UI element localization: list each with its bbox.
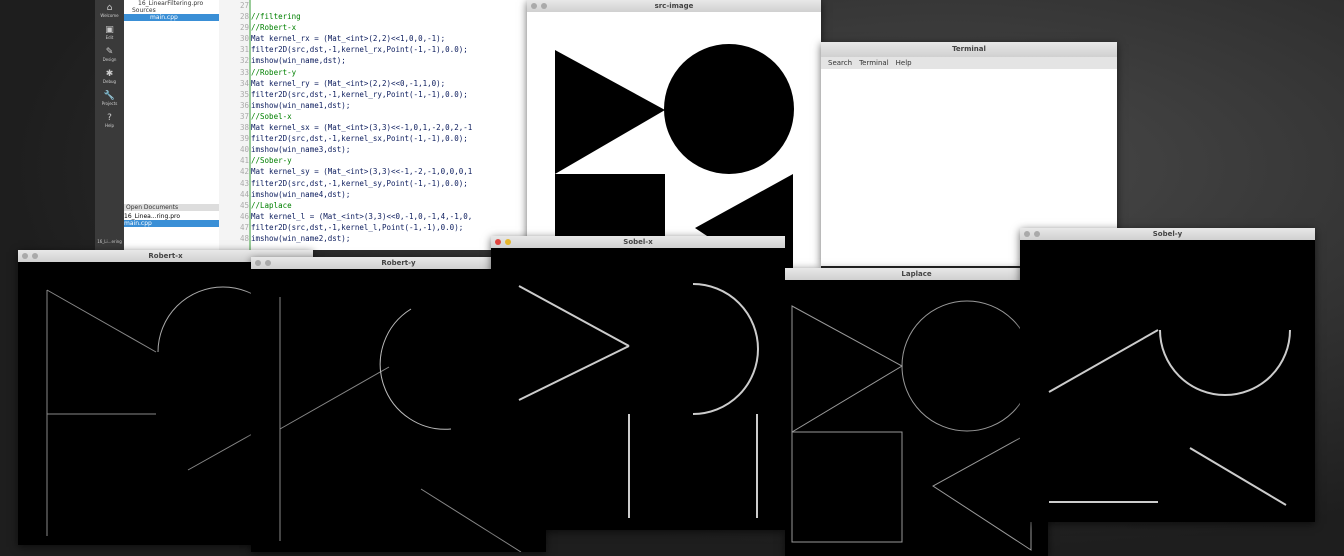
window-title: Terminal bbox=[952, 45, 986, 53]
line-number: 44 bbox=[239, 189, 249, 199]
open-doc-item[interactable]: main.cpp bbox=[124, 220, 219, 227]
code-line: imshow(win_name4,dst); bbox=[251, 189, 351, 199]
code-line: filter2D(src,dst,-1,kernel_sy,Point(-1,-… bbox=[251, 178, 468, 188]
open-docs-title: Open Documents bbox=[124, 204, 219, 211]
line-number: 45 bbox=[239, 200, 249, 210]
code-line: //Sobel-x bbox=[251, 111, 292, 121]
mode-icon: 🔧 bbox=[103, 91, 116, 101]
line-number: 27 bbox=[239, 1, 249, 10]
code-line: imshow(win_name3,dst); bbox=[251, 145, 351, 155]
tree-sources[interactable]: Sources bbox=[124, 7, 219, 14]
code-line: Mat kernel_ry = (Mat_<int>(2,2)<<0,-1,1,… bbox=[251, 78, 446, 88]
tree-pro[interactable]: 16_LinearFiltering.pro bbox=[124, 0, 219, 7]
laplace-canvas bbox=[791, 300, 1033, 551]
window-title: src-image bbox=[654, 2, 694, 10]
code-line: Mat kernel_rx = (Mat_<int>(2,2)<<1,0,0,-… bbox=[251, 34, 446, 44]
titlebar[interactable]: Sobel-y bbox=[1020, 228, 1315, 240]
line-number: 29 bbox=[239, 23, 249, 33]
line-number: 30 bbox=[239, 34, 249, 44]
triangle-shape bbox=[555, 50, 665, 174]
code-line: Mat kernel_sx = (Mat_<int>(3,3)<<-1,0,1,… bbox=[251, 123, 473, 133]
mode-label: Help bbox=[104, 123, 115, 128]
code-line: Mat kernel_sy = (Mat_<int>(3,3)<<-1,-2,-… bbox=[251, 167, 473, 177]
terminal-menu-help[interactable]: Help bbox=[896, 57, 912, 69]
code-line: filter2D(src,dst,-1,kernel_sx,Point(-1,-… bbox=[251, 134, 468, 144]
tree-main[interactable]: main.cpp bbox=[124, 14, 219, 21]
code-line: imshow(win_name,dst); bbox=[251, 56, 346, 66]
code-line: Mat kernel_l = (Mat_<int>(3,3)<<0,-1,0,-… bbox=[251, 211, 473, 221]
mode-icon: ? bbox=[107, 113, 112, 123]
line-number: 39 bbox=[239, 134, 249, 144]
code-line: imshow(win_name2,dst); bbox=[251, 233, 351, 243]
line-number: 36 bbox=[239, 100, 249, 110]
window-sobel-x[interactable]: Sobel-x bbox=[491, 236, 785, 530]
line-number: 28 bbox=[239, 12, 249, 22]
titlebar[interactable]: Laplace bbox=[785, 268, 1048, 280]
line-number: 38 bbox=[239, 123, 249, 133]
window-title: Sobel-y bbox=[1152, 230, 1183, 238]
code-line: //Laplace bbox=[251, 200, 292, 210]
code-line: //Robert-x bbox=[251, 23, 297, 33]
sobel-x-canvas bbox=[518, 283, 759, 518]
window-title: Robert-x bbox=[148, 252, 183, 260]
line-number: 31 bbox=[239, 45, 249, 55]
sobel-y-canvas bbox=[1048, 329, 1291, 506]
window-title: Sobel-x bbox=[623, 238, 653, 246]
mode-icon: ✎ bbox=[105, 47, 114, 57]
terminal-menu-search[interactable]: Search bbox=[828, 57, 852, 69]
mode-design[interactable]: ✎ Design bbox=[95, 44, 124, 66]
mode-label: Debug bbox=[102, 79, 117, 84]
line-number: 34 bbox=[239, 78, 249, 88]
build-target[interactable]: 16_Li...ering bbox=[95, 239, 124, 244]
mode-welcome[interactable]: ⌂ Welcome bbox=[95, 0, 124, 22]
code-line: //Sober-y bbox=[251, 156, 292, 166]
window-laplace[interactable]: Laplace bbox=[785, 268, 1048, 556]
line-number: 41 bbox=[239, 156, 249, 166]
mode-icon: ▣ bbox=[105, 25, 114, 35]
line-number: 35 bbox=[239, 89, 249, 99]
line-number: 47 bbox=[239, 222, 249, 232]
code-line: filter2D(src,dst,-1,kernel_ry,Point(-1,-… bbox=[251, 89, 468, 99]
titlebar[interactable]: Sobel-x bbox=[491, 236, 785, 248]
window-title: Robert-y bbox=[381, 259, 416, 267]
line-number: 43 bbox=[239, 178, 249, 188]
mode-label: Design bbox=[102, 57, 117, 62]
mode-icon: ✱ bbox=[105, 69, 114, 79]
mode-help[interactable]: ? Help bbox=[95, 110, 124, 132]
titlebar[interactable]: Terminal bbox=[821, 42, 1117, 57]
line-number: 37 bbox=[239, 111, 249, 121]
line-number: 40 bbox=[239, 145, 249, 155]
mode-label: Edit bbox=[105, 35, 114, 40]
line-number: 32 bbox=[239, 56, 249, 66]
mode-edit[interactable]: ▣ Edit bbox=[95, 22, 124, 44]
window-sobel-y[interactable]: Sobel-y bbox=[1020, 228, 1315, 522]
mode-label: Welcome bbox=[100, 13, 119, 18]
mode-icon: ⌂ bbox=[106, 3, 113, 13]
line-number: 48 bbox=[239, 233, 249, 243]
mode-projects[interactable]: 🔧 Projects bbox=[95, 88, 124, 110]
open-doc-item[interactable]: 16_Linea...ring.pro bbox=[124, 213, 219, 220]
line-number: 33 bbox=[239, 67, 249, 77]
circle-shape bbox=[664, 44, 794, 174]
line-gutter: 27 28 29 30 31 32 33 34 35 36 37 38 39 40 41 42 43 44 45 46… bbox=[219, 0, 251, 250]
code-editor[interactable]: //filtering//Robert-x Mat kernel_rx = (Ma… bbox=[251, 0, 527, 250]
terminal-menu-terminal[interactable]: Terminal bbox=[859, 57, 889, 69]
line-number: 42 bbox=[239, 167, 249, 177]
qt-mode-sidebar: ⌂ Welcome ▣ Edit ✎ Design ✱ Debug 🔧 Projects? Help… bbox=[95, 0, 124, 250]
code-line: //Robert-y bbox=[251, 67, 297, 77]
code-line: imshow(win_name1,dst); bbox=[251, 100, 351, 110]
titlebar[interactable]: src-image bbox=[527, 0, 821, 12]
window-title: Laplace bbox=[901, 270, 932, 278]
code-line: filter2D(src,dst,-1,kernel_l,Point(-1,-1… bbox=[251, 222, 464, 232]
mode-debug[interactable]: ✱ Debug bbox=[95, 66, 124, 88]
code-line: //filtering bbox=[251, 12, 301, 22]
line-number: 46 bbox=[239, 211, 249, 221]
code-line: filter2D(src,dst,-1,kernel_rx,Point(-1,-… bbox=[251, 45, 468, 55]
project-tree: 16_LinearFiltering.pro Sources main.cpp … bbox=[124, 0, 219, 250]
mode-label: Projects bbox=[101, 101, 118, 106]
